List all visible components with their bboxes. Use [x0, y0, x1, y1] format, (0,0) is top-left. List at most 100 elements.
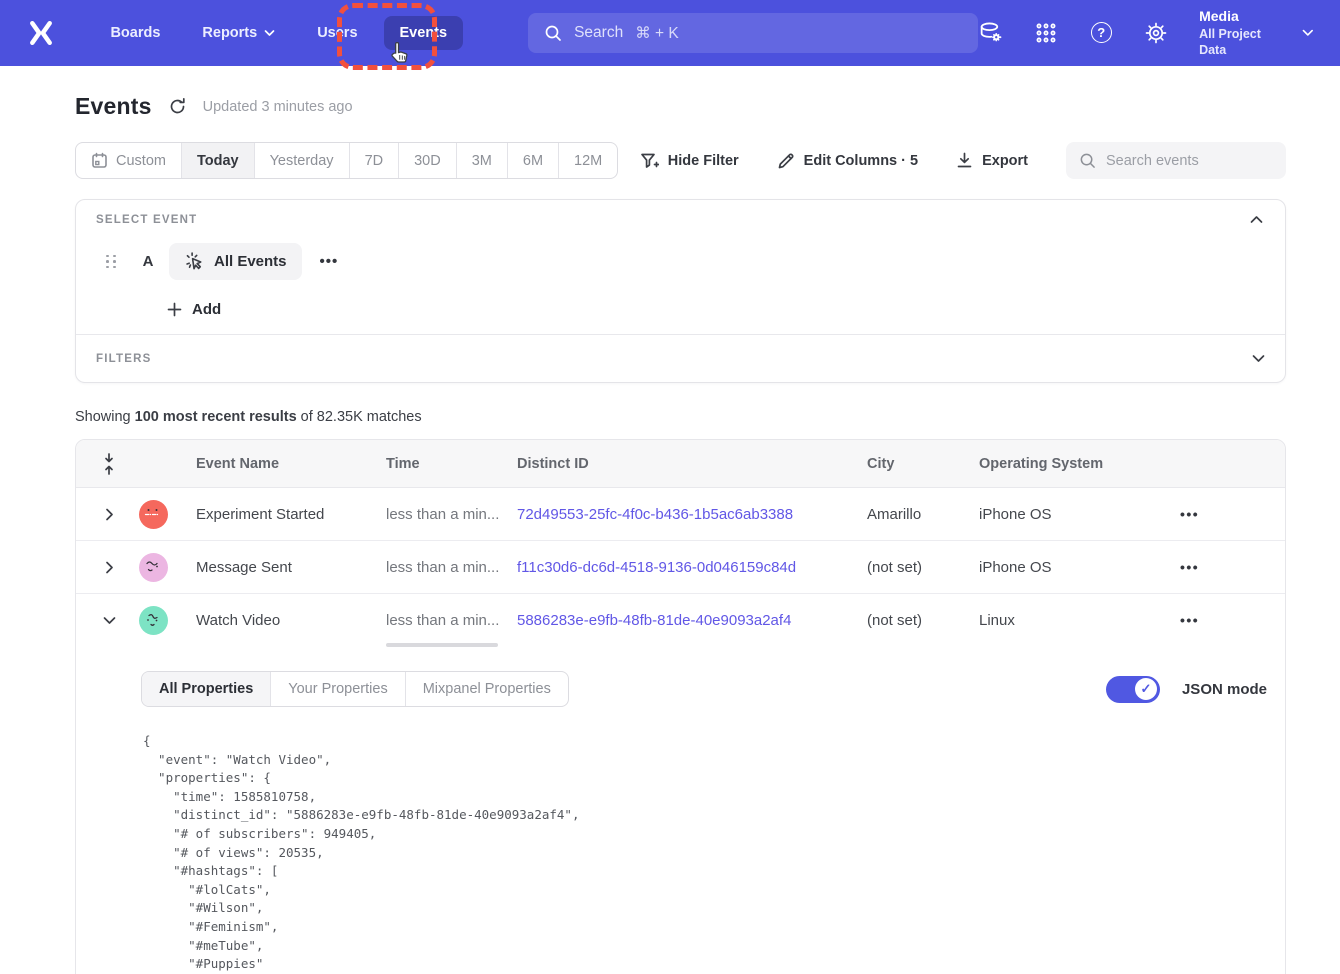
event-city: (not set)	[867, 559, 979, 576]
project-selector[interactable]: Media All Project Data	[1199, 7, 1314, 60]
help-icon[interactable]: ?	[1089, 20, 1114, 46]
json-mode-control: ✓ JSON mode	[1106, 676, 1267, 703]
page-title: Events	[75, 93, 152, 120]
hide-filter-button[interactable]: Hide Filter	[640, 152, 739, 170]
query-builder-card: SELECT EVENT A	[75, 199, 1286, 383]
hide-filter-label: Hide Filter	[668, 153, 739, 169]
date-today-button[interactable]: Today	[181, 143, 254, 178]
chevron-down-icon	[264, 29, 275, 37]
top-navigation: Boards Reports Users Events Search ⌘ + K	[0, 0, 1340, 66]
data-management-icon[interactable]	[978, 20, 1003, 46]
date-option-label: 7D	[365, 153, 384, 169]
nav-item-users[interactable]: Users	[301, 16, 373, 50]
date-yesterday-button[interactable]: Yesterday	[254, 143, 349, 178]
nav-item-events[interactable]: Events	[384, 16, 464, 50]
row-actions-button[interactable]: •••	[1180, 559, 1199, 575]
event-json-content: { "event": "Watch Video", "properties": …	[143, 732, 1267, 974]
search-label: Search	[574, 24, 623, 42]
table-row[interactable]: Experiment Started less than a min... 72…	[76, 488, 1285, 541]
nav-item-label: Events	[400, 25, 448, 41]
chevron-down-icon	[1252, 354, 1265, 363]
calendar-icon	[91, 152, 108, 169]
table-row[interactable]: Watch Video less than a min... 5886283e-…	[76, 594, 1285, 647]
date-custom-button[interactable]: Custom	[76, 143, 181, 178]
column-header-os[interactable]: Operating System	[979, 456, 1156, 472]
select-event-label: SELECT EVENT	[96, 214, 197, 226]
expand-row-button[interactable]	[76, 561, 128, 574]
json-mode-toggle[interactable]: ✓	[1106, 676, 1160, 703]
add-event-button[interactable]: Add	[167, 301, 1265, 318]
nav-item-boards[interactable]: Boards	[94, 16, 176, 50]
expand-row-button[interactable]	[76, 508, 128, 521]
date-12m-button[interactable]: 12M	[558, 143, 617, 178]
filters-label: FILTERS	[96, 353, 151, 365]
column-header-event-name[interactable]: Event Name	[178, 456, 386, 472]
nav-item-label: Users	[317, 25, 357, 41]
events-table: Event Name Time Distinct ID City Operati…	[75, 439, 1286, 974]
summary-prefix: Showing	[75, 409, 135, 425]
select-event-section: SELECT EVENT A	[76, 200, 1285, 334]
plus-icon	[167, 302, 182, 317]
apps-grid-icon[interactable]	[1033, 20, 1058, 46]
nav-item-label: Reports	[202, 25, 257, 41]
event-time: less than a min...	[386, 559, 517, 576]
edit-columns-label: Edit Columns · 5	[804, 153, 918, 169]
results-summary: Showing 100 most recent results of 82.35…	[75, 409, 1286, 425]
chevron-down-icon	[103, 616, 116, 625]
title-row: Events Updated 3 minutes ago	[75, 93, 1286, 120]
filters-section-header[interactable]: FILTERS	[76, 335, 1285, 382]
collapse-section-button[interactable]	[1248, 213, 1265, 226]
search-icon	[544, 24, 562, 42]
project-scope: All Project Data	[1199, 26, 1288, 60]
nav-item-reports[interactable]: Reports	[186, 16, 291, 50]
horizontal-scrollbar-thumb[interactable]	[386, 643, 498, 647]
mixpanel-logo-icon[interactable]	[26, 18, 55, 48]
event-name: Experiment Started	[178, 506, 386, 523]
search-shortcut: ⌘ + K	[635, 24, 679, 43]
date-30d-button[interactable]: 30D	[398, 143, 456, 178]
event-os: Linux	[979, 612, 1156, 629]
export-button[interactable]: Export	[956, 152, 1028, 169]
settings-gear-icon[interactable]	[1144, 20, 1169, 46]
chevron-down-icon	[1302, 28, 1314, 37]
date-option-label: Today	[197, 153, 239, 169]
tab-mixpanel-properties[interactable]: Mixpanel Properties	[405, 672, 568, 706]
event-selector-chip[interactable]: All Events	[169, 243, 302, 280]
clause-more-button[interactable]: •••	[316, 253, 343, 270]
date-option-label: 6M	[523, 153, 543, 169]
date-option-label: 3M	[472, 153, 492, 169]
column-header-time[interactable]: Time	[386, 456, 517, 472]
chevron-up-icon	[1250, 215, 1263, 224]
distinct-id-link[interactable]: 5886283e-e9fb-48fb-81de-40e9093a2af4	[517, 612, 791, 629]
row-actions-button[interactable]: •••	[1180, 612, 1199, 628]
tab-your-properties[interactable]: Your Properties	[270, 672, 404, 706]
drag-handle-icon[interactable]	[106, 255, 117, 269]
date-6m-button[interactable]: 6M	[507, 143, 558, 178]
event-os: iPhone OS	[979, 559, 1156, 576]
date-7d-button[interactable]: 7D	[349, 143, 399, 178]
search-events-input[interactable]: Search events	[1066, 142, 1286, 179]
global-search-input[interactable]: Search ⌘ + K	[528, 13, 978, 53]
properties-tab-group: All Properties Your Properties Mixpanel …	[141, 671, 569, 707]
event-city: (not set)	[867, 612, 979, 629]
column-header-city[interactable]: City	[867, 456, 979, 472]
date-3m-button[interactable]: 3M	[456, 143, 507, 178]
distinct-id-link[interactable]: f11c30d6-dc6d-4518-9136-0d046159c84d	[517, 559, 796, 576]
table-row[interactable]: Message Sent less than a min... f11c30d6…	[76, 541, 1285, 594]
event-avatar	[139, 553, 168, 582]
tab-all-properties[interactable]: All Properties	[142, 672, 270, 706]
edit-columns-button[interactable]: Edit Columns · 5	[777, 152, 918, 170]
distinct-id-link[interactable]: 72d49553-25fc-4f0c-b436-1b5ac6ab3388	[517, 506, 793, 523]
search-icon	[1079, 152, 1096, 169]
column-header-distinct-id[interactable]: Distinct ID	[517, 456, 867, 472]
row-actions-button[interactable]: •••	[1180, 506, 1199, 522]
date-option-label: Yesterday	[270, 153, 334, 169]
nav-items: Boards Reports Users Events	[89, 16, 468, 50]
download-icon	[956, 152, 973, 169]
table-header-row: Event Name Time Distinct ID City Operati…	[76, 440, 1285, 488]
sort-column-icon[interactable]	[76, 453, 128, 475]
refresh-button[interactable]	[168, 97, 187, 116]
collapse-row-button[interactable]	[76, 616, 128, 625]
clause-letter: A	[141, 253, 155, 270]
event-name: Watch Video	[178, 612, 386, 629]
